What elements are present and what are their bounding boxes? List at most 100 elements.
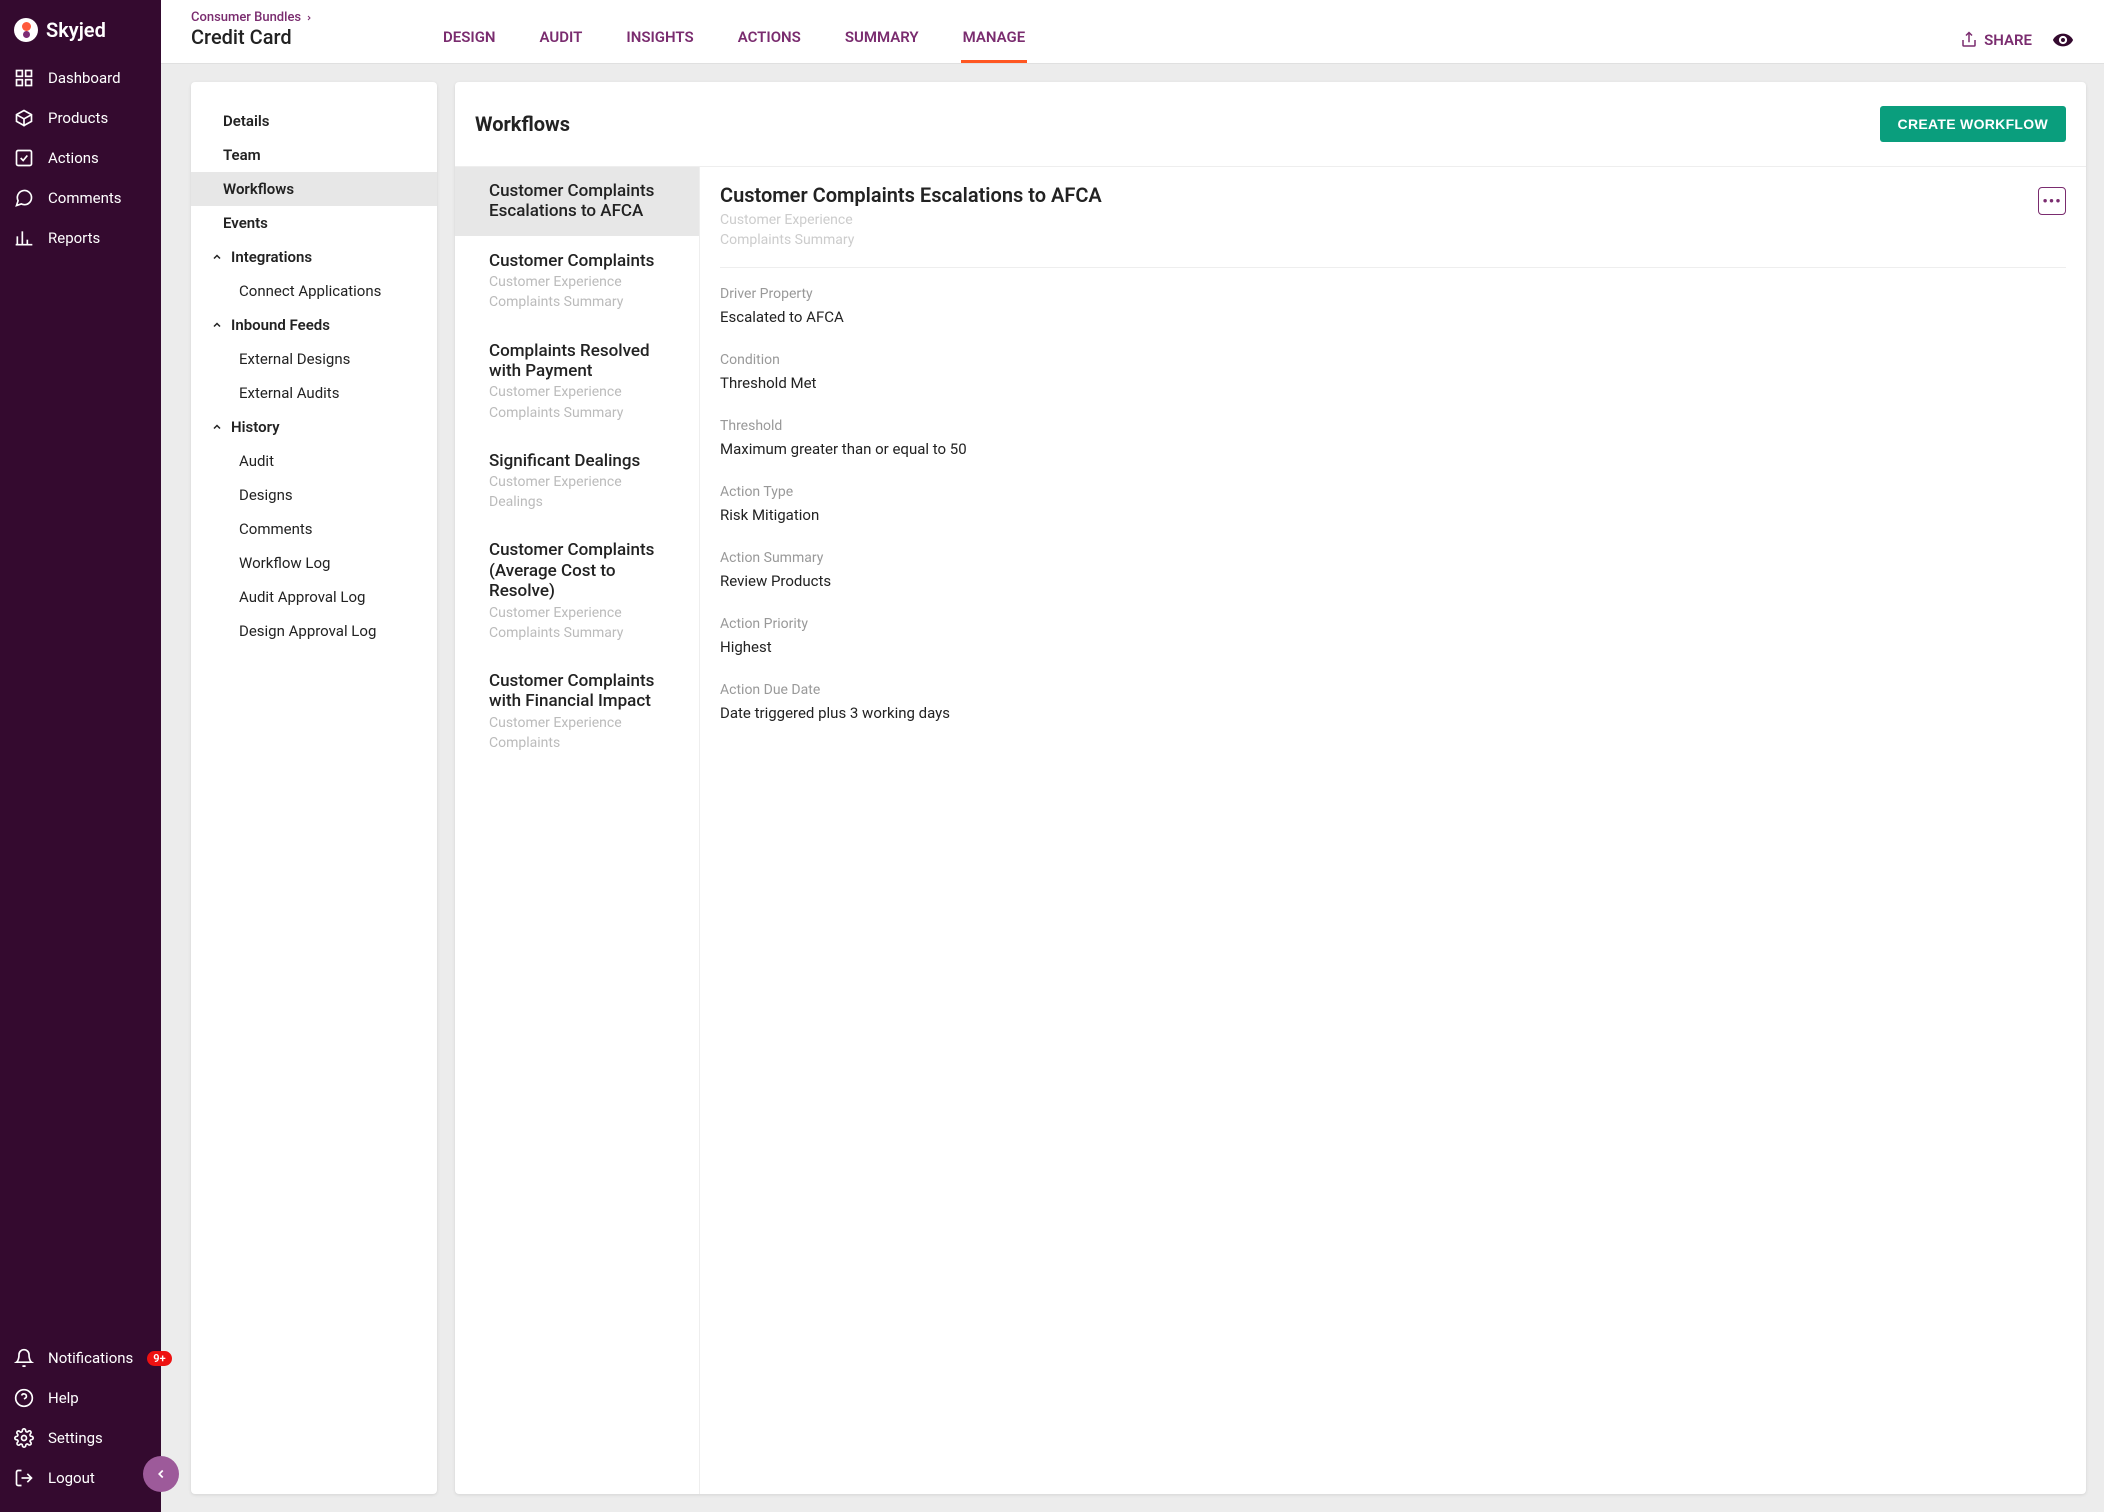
workflow-item-title: Customer Complaints [489, 251, 679, 271]
settings-item-history[interactable]: History [191, 410, 437, 444]
sidebar-item-label: Help [48, 1389, 79, 1407]
bell-icon [14, 1348, 34, 1368]
workflow-detail-title: Customer Complaints Escalations to AFCA [720, 183, 1102, 207]
field-label: Action Summary [720, 550, 2066, 566]
workflow-list-item[interactable]: Complaints Resolved with PaymentCustomer… [455, 327, 699, 437]
sidebar-item-notifications[interactable]: Notifications9+ [0, 1338, 161, 1378]
workflow-field: Threshold Maximum greater than or equal t… [720, 400, 2066, 466]
settings-item-external-designs[interactable]: External Designs [191, 342, 437, 376]
workflow-more-button[interactable]: ••• [2038, 187, 2066, 215]
settings-item-details[interactable]: Details [191, 104, 437, 138]
tab-audit[interactable]: AUDIT [538, 14, 585, 63]
settings-item-designs[interactable]: Designs [191, 478, 437, 512]
field-value: Highest [720, 638, 2066, 656]
page-title: Credit Card [191, 25, 421, 49]
sidebar-item-label: Actions [48, 149, 99, 167]
workflow-field: Action Due Date Date triggered plus 3 wor… [720, 664, 2066, 730]
field-value: Review Products [720, 572, 2066, 590]
settings-item-workflows[interactable]: Workflows [191, 172, 437, 206]
tab-actions[interactable]: ACTIONS [736, 14, 803, 63]
sidebar-item-label: Comments [48, 189, 122, 207]
workflow-field: Driver PropertyEscalated to AFCA [720, 268, 2066, 334]
brand-logo[interactable]: Skyjed [0, 0, 161, 58]
sidebar-item-products[interactable]: Products [0, 98, 161, 138]
sidebar-item-dashboard[interactable]: Dashboard [0, 58, 161, 98]
workflow-detail-sub1: Customer Experience [720, 211, 1102, 229]
sidebar-item-help[interactable]: Help [0, 1378, 161, 1418]
settings-item-inbound-feeds[interactable]: Inbound Feeds [191, 308, 437, 342]
workflow-item-title: Customer Complaints with Financial Impac… [489, 671, 679, 712]
sidebar-item-reports[interactable]: Reports [0, 218, 161, 258]
field-label: Condition [720, 352, 2066, 368]
sidebar-item-comments[interactable]: Comments [0, 178, 161, 218]
tab-design[interactable]: DESIGN [441, 14, 498, 63]
brand-name: Skyjed [46, 18, 106, 42]
breadcrumb: Consumer Bundles Credit Card [191, 10, 421, 63]
logout-icon [14, 1468, 34, 1488]
sidebar-item-settings[interactable]: Settings [0, 1418, 161, 1458]
field-label: Action Due Date [720, 682, 2066, 698]
notification-badge: 9+ [147, 1351, 171, 1366]
sidebar-item-label: Reports [48, 229, 100, 247]
settings-item-audit[interactable]: Audit [191, 444, 437, 478]
settings-item-connect-applications[interactable]: Connect Applications [191, 274, 437, 308]
actions-icon [14, 148, 34, 168]
sidebar-item-label: Settings [48, 1429, 103, 1447]
comments-icon [14, 188, 34, 208]
settings-item-integrations[interactable]: Integrations [191, 240, 437, 274]
settings-item-comments[interactable]: Comments [191, 512, 437, 546]
chevron-up-icon [211, 319, 223, 331]
workflow-list-item[interactable]: Significant DealingsCustomer ExperienceD… [455, 437, 699, 527]
tab-manage[interactable]: MANAGE [961, 14, 1028, 63]
workflow-item-title: Customer Complaints (Average Cost to Res… [489, 540, 679, 601]
settings-item-workflow-log[interactable]: Workflow Log [191, 546, 437, 580]
dashboard-icon [14, 68, 34, 88]
workflow-item-title: Complaints Resolved with Payment [489, 341, 679, 382]
sidebar-item-label: Products [48, 109, 108, 127]
settings-panel: DetailsTeamWorkflowsEventsIntegrationsCo… [191, 82, 437, 1494]
workflow-field: Action Type Risk Mitigation [720, 466, 2066, 532]
field-label: Driver Property [720, 286, 2066, 302]
workflows-heading: Workflows [475, 112, 570, 136]
workflow-field: ConditionThreshold Met [720, 334, 2066, 400]
workflow-list-item[interactable]: Customer Complaints (Average Cost to Res… [455, 526, 699, 657]
chevron-up-icon [211, 421, 223, 433]
settings-item-external-audits[interactable]: External Audits [191, 376, 437, 410]
help-icon [14, 1388, 34, 1408]
tab-summary[interactable]: SUMMARY [843, 14, 921, 63]
workflow-list-item[interactable]: Customer ComplaintsCustomer ExperienceCo… [455, 237, 699, 327]
workflow-item-title: Significant Dealings [489, 451, 679, 471]
sidebar: Skyjed Dashboard Products Actions Comments R… [0, 0, 161, 1512]
workflow-detail: Customer Complaints Escalations to AFCA … [700, 167, 2086, 1494]
settings-item-audit-approval-log[interactable]: Audit Approval Log [191, 580, 437, 614]
workflow-item-title: Customer Complaints Escalations to AFCA [489, 181, 679, 222]
field-label: Threshold [720, 418, 2066, 434]
settings-item-design-approval-log[interactable]: Design Approval Log [191, 614, 437, 648]
settings-item-events[interactable]: Events [191, 206, 437, 240]
workflow-list: Customer Complaints Escalations to AFCA C… [455, 167, 700, 1494]
tab-insights[interactable]: INSIGHTS [624, 14, 695, 63]
create-workflow-button[interactable]: CREATE WORKFLOW [1880, 106, 2066, 142]
field-value: Maximum greater than or equal to 50 [720, 440, 2066, 458]
products-icon [14, 108, 34, 128]
reports-icon [14, 228, 34, 248]
workflow-field: Action PriorityHighest [720, 598, 2066, 664]
field-value: Date triggered plus 3 working days [720, 704, 2066, 722]
breadcrumb-parent[interactable]: Consumer Bundles [191, 10, 421, 25]
sidebar-item-logout[interactable]: Logout [0, 1458, 161, 1498]
field-label: Action Type [720, 484, 2066, 500]
workflow-list-item[interactable]: Customer Complaints Escalations to AFCA [455, 167, 699, 237]
share-icon [1960, 31, 1978, 49]
sidebar-collapse-button[interactable] [143, 1456, 179, 1492]
share-button[interactable]: SHARE [1960, 31, 2032, 49]
sidebar-item-actions[interactable]: Actions [0, 138, 161, 178]
settings-icon [14, 1428, 34, 1448]
visibility-icon[interactable] [2052, 29, 2074, 51]
workflow-list-item[interactable]: Customer Complaints with Financial Impac… [455, 657, 699, 767]
sidebar-item-label: Logout [48, 1469, 95, 1487]
workflow-detail-sub2: Complaints Summary [720, 231, 1102, 249]
settings-item-team[interactable]: Team [191, 138, 437, 172]
field-value: Risk Mitigation [720, 506, 2066, 524]
workflows-panel: Workflows CREATE WORKFLOW Customer Compl… [455, 82, 2086, 1494]
brand-logo-icon [14, 18, 38, 42]
